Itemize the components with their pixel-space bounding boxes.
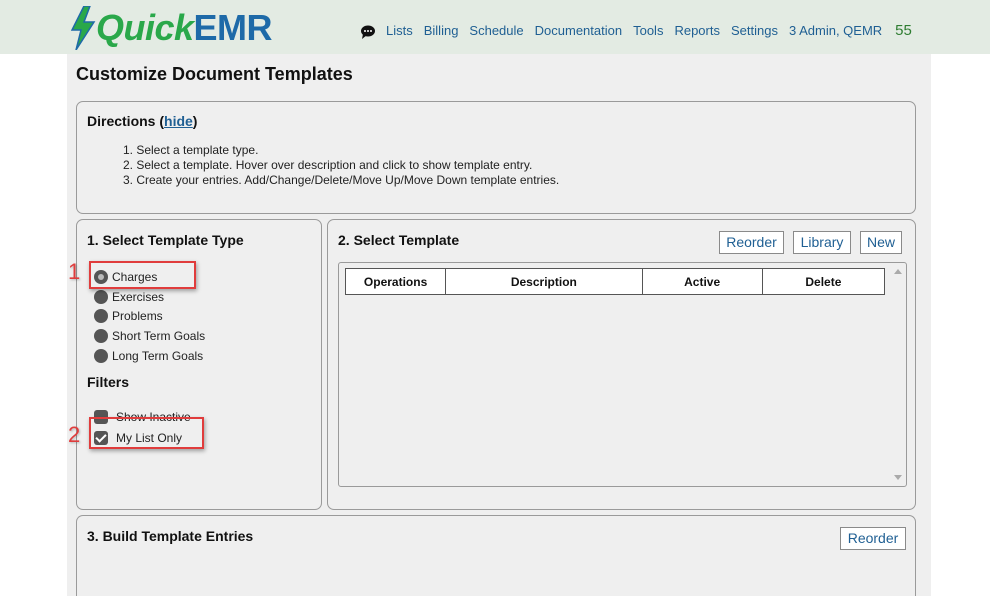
logo-quick-text: Quick [96,7,194,48]
select-template-section: 2. Select Template Reorder Library New O… [327,219,916,510]
scroll-down-arrow-icon[interactable] [894,475,902,480]
hide-directions-link[interactable]: hide [164,113,193,129]
annotation-number-2: 2 [68,422,81,447]
logo-emr-text: EMR [193,7,273,48]
template-type-option-long-term-goals[interactable]: Long Term Goals [94,346,205,366]
select-template-title: 2. Select Template [338,232,460,248]
reorder-templates-button[interactable]: Reorder [719,231,784,254]
nav-settings[interactable]: Settings [731,23,778,38]
build-entries-section: 3. Build Template Entries Reorder [76,515,916,596]
lightning-bolt-icon [70,6,96,50]
reorder-entries-button[interactable]: Reorder [840,527,906,550]
direction-step: 1. Select a template type. [123,143,259,157]
column-header-description[interactable]: Description [445,268,643,295]
radio-problems[interactable] [94,309,108,324]
option-label: Problems [112,309,163,324]
scroll-up-arrow-icon[interactable] [894,269,902,274]
templates-table: Operations Description Active Delete [344,268,886,295]
directions-title: Directions (hide) [87,113,198,129]
column-header-active[interactable]: Active [641,268,763,295]
chat-bubble-icon[interactable] [360,24,376,40]
annotation-box-my-list-only [89,417,204,449]
radio-short-term-goals[interactable] [94,329,108,344]
page-title: Customize Document Templates [76,64,353,84]
nav-tools[interactable]: Tools [633,23,663,38]
annotation-number-1: 1 [68,259,81,284]
template-type-option-exercises[interactable]: Exercises [94,287,205,307]
directions-section: Directions (hide) 1. Select a template t… [76,101,916,214]
nav-schedule[interactable]: Schedule [469,23,523,38]
annotation-box-charges [89,261,196,289]
nav-documentation[interactable]: Documentation [535,23,622,38]
library-button[interactable]: Library [793,231,851,254]
option-label: Exercises [112,289,165,304]
column-header-operations[interactable]: Operations [344,268,447,295]
option-label: Long Term Goals [112,349,204,364]
direction-step: 2. Select a template. Hover over descrip… [123,158,533,172]
column-header-delete[interactable]: Delete [761,268,886,295]
nav-lists[interactable]: Lists [386,23,413,38]
template-type-option-short-term-goals[interactable]: Short Term Goals [94,326,205,346]
nav-billing[interactable]: Billing [424,23,459,38]
main-nav: Lists Billing Schedule Documentation Too… [360,20,912,40]
quickemr-logo[interactable]: QuickEMR [70,6,273,50]
table-scrollbar[interactable] [890,263,906,486]
table-header-row: Operations Description Active Delete [344,268,886,295]
build-entries-title: 3. Build Template Entries [87,528,254,544]
option-label: Short Term Goals [112,329,206,344]
templates-table-container[interactable]: Operations Description Active Delete [338,262,907,487]
top-bar: QuickEMR Lists Billing Schedule Document… [0,0,990,54]
template-type-title: 1. Select Template Type [87,232,244,248]
notification-count[interactable]: 55 [895,22,912,39]
directions-list: 1. Select a template type. 2. Select a t… [123,143,559,188]
direction-step: 3. Create your entries. Add/Change/Delet… [123,173,560,187]
nav-user-menu[interactable]: 3 Admin, QEMR [789,23,882,38]
template-type-option-problems[interactable]: Problems [94,307,205,327]
filters-title: Filters [87,374,130,390]
radio-long-term-goals[interactable] [94,349,108,364]
nav-reports[interactable]: Reports [674,23,720,38]
new-template-button[interactable]: New [860,231,902,254]
radio-exercises[interactable] [94,289,108,304]
